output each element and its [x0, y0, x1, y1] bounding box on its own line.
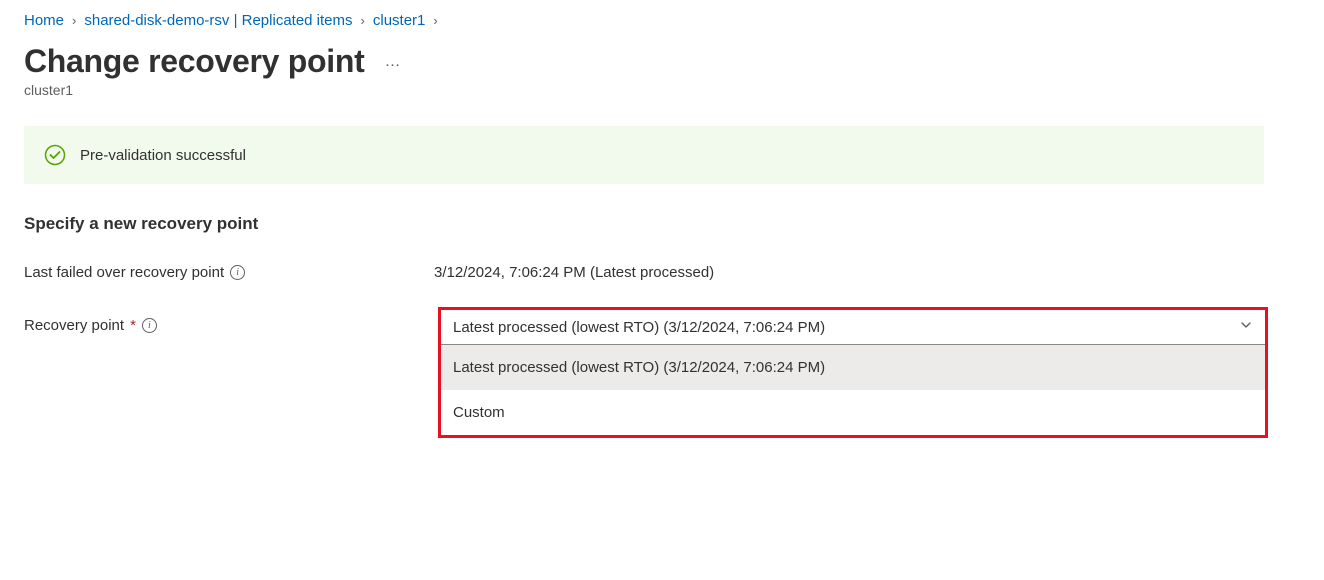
last-failed-label: Last failed over recovery point i: [24, 264, 434, 281]
recovery-point-dropdown[interactable]: Latest processed (lowest RTO) (3/12/2024…: [441, 310, 1265, 345]
recovery-point-dropdown-highlight: Latest processed (lowest RTO) (3/12/2024…: [438, 307, 1268, 438]
last-failed-value: 3/12/2024, 7:06:24 PM (Latest processed): [434, 264, 714, 281]
label-text: Last failed over recovery point: [24, 264, 224, 281]
recovery-point-row: Recovery point * i Latest processed (low…: [24, 307, 1300, 438]
breadcrumb-cluster1[interactable]: cluster1: [373, 12, 426, 29]
required-asterisk: *: [130, 317, 136, 334]
more-actions-button[interactable]: …: [384, 53, 401, 71]
success-check-icon: [44, 144, 66, 166]
recovery-point-label: Recovery point * i: [24, 307, 438, 334]
section-heading: Specify a new recovery point: [24, 214, 1300, 234]
dropdown-options-list: Latest processed (lowest RTO) (3/12/2024…: [441, 345, 1265, 435]
status-message: Pre-validation successful: [80, 147, 246, 164]
chevron-right-icon: ›: [72, 13, 76, 28]
breadcrumb-home[interactable]: Home: [24, 12, 64, 29]
label-text: Recovery point: [24, 317, 124, 334]
chevron-right-icon: ›: [433, 13, 437, 28]
dropdown-option-custom[interactable]: Custom: [441, 390, 1265, 435]
page-title-row: Change recovery point …: [24, 43, 1300, 80]
chevron-down-icon: [1239, 318, 1253, 336]
status-bar: Pre-validation successful: [24, 126, 1264, 184]
page-subtitle: cluster1: [24, 82, 1300, 98]
info-icon[interactable]: i: [142, 318, 157, 333]
breadcrumb: Home › shared-disk-demo-rsv | Replicated…: [24, 12, 1300, 29]
last-failed-row: Last failed over recovery point i 3/12/2…: [24, 264, 1300, 281]
breadcrumb-replicated-items[interactable]: shared-disk-demo-rsv | Replicated items: [84, 12, 352, 29]
chevron-right-icon: ›: [361, 13, 365, 28]
dropdown-option-latest-processed[interactable]: Latest processed (lowest RTO) (3/12/2024…: [441, 345, 1265, 390]
dropdown-selected-value: Latest processed (lowest RTO) (3/12/2024…: [453, 319, 825, 336]
info-icon[interactable]: i: [230, 265, 245, 280]
page-title: Change recovery point: [24, 43, 364, 80]
